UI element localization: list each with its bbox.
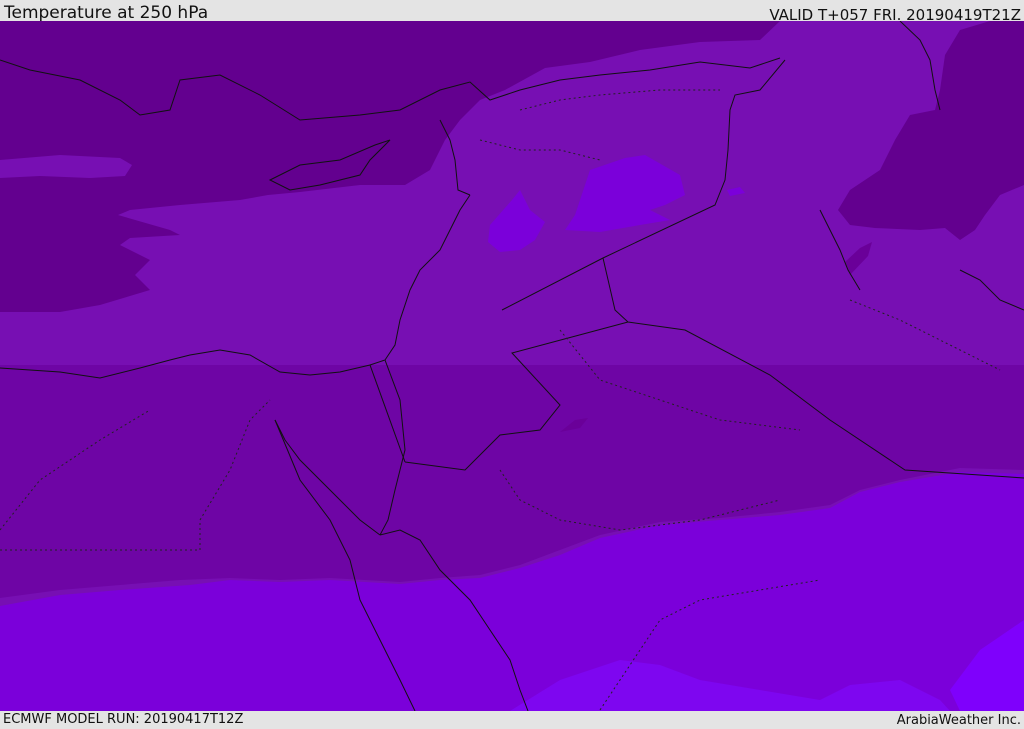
map-header: Temperature at 250 hPa VALID T+057 FRI. … xyxy=(0,0,1024,24)
temperature-map xyxy=(0,21,1024,711)
map-footer: ECMWF MODEL RUN: 20190417T12Z ArabiaWeat… xyxy=(0,711,1024,729)
map-panel xyxy=(0,21,1024,711)
map-title: Temperature at 250 hPa xyxy=(4,3,209,23)
credit-label: ArabiaWeather Inc. xyxy=(896,713,1021,728)
model-run-label: ECMWF MODEL RUN: 20190417T12Z xyxy=(3,712,244,727)
warm-patch-northwest xyxy=(0,155,132,178)
